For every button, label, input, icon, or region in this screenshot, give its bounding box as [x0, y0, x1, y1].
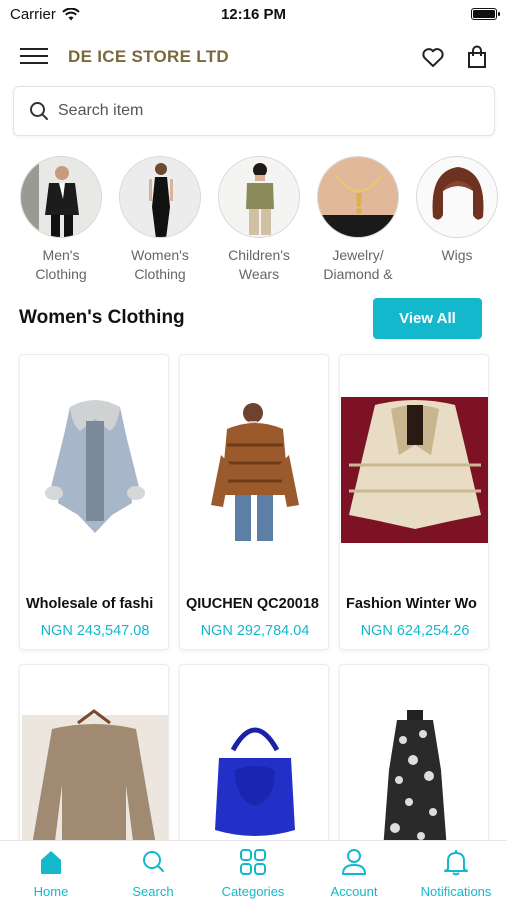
grid-icon	[240, 849, 266, 875]
product-price: NGN 624,254.26	[360, 623, 470, 639]
category-image	[416, 156, 498, 238]
category-wigs[interactable]: Wigs	[415, 156, 499, 284]
category-image	[218, 156, 300, 238]
tab-categories[interactable]: Categories	[203, 847, 303, 899]
tab-label: Account	[330, 884, 378, 899]
product-name: Fashion Winter Wo	[346, 596, 477, 612]
user-icon	[342, 849, 366, 875]
category-label: Wigs	[441, 247, 473, 263]
tab-label: Home	[33, 884, 69, 899]
category-image	[119, 156, 201, 238]
category-carousel[interactable]: Men's Clothing Women's Clothing Children…	[19, 156, 507, 288]
category-womens-clothing[interactable]: Women's Clothing	[118, 156, 202, 284]
bottom-tab-bar: Home Search Categories Account Notificat…	[0, 840, 507, 900]
category-label: Jewelry/ Diamond &	[323, 247, 393, 282]
category-label: Children's Wears	[228, 247, 290, 282]
product-card[interactable]: Fashion Winter Wo NGN 624,254.26	[339, 354, 489, 650]
search-bar[interactable]	[13, 86, 495, 136]
product-price: NGN 292,784.04	[200, 623, 310, 639]
status-bar: Carrier 12:16 PM	[0, 0, 507, 30]
product-card[interactable]: Wholesale of fashi NGN 243,547.08	[19, 354, 169, 650]
section-title: Women's Clothing	[19, 307, 185, 328]
product-name: Wholesale of fashi	[26, 596, 154, 612]
tab-label: Search	[132, 884, 174, 899]
tab-home[interactable]: Home	[1, 847, 101, 899]
status-time: 12:16 PM	[220, 6, 287, 23]
product-card[interactable]	[179, 664, 329, 864]
home-icon	[41, 851, 61, 874]
category-jewelry-diamond[interactable]: Jewelry/ Diamond &	[316, 156, 400, 284]
tab-account[interactable]: Account	[304, 847, 404, 899]
tab-label: Notifications	[420, 884, 492, 899]
category-image	[20, 156, 102, 238]
product-image	[340, 355, 488, 585]
product-name: QIUCHEN QC20018	[186, 596, 319, 612]
category-mens-clothing[interactable]: Men's Clothing	[19, 156, 103, 284]
tab-notifications[interactable]: Notifications	[406, 847, 506, 899]
product-image	[180, 665, 328, 863]
search-icon	[143, 851, 164, 872]
category-label: Women's Clothing	[131, 247, 189, 282]
tab-search[interactable]: Search	[103, 847, 203, 899]
product-card[interactable]	[339, 664, 489, 864]
category-label: Men's Clothing	[35, 247, 87, 282]
search-input[interactable]	[58, 97, 478, 125]
search-icon	[30, 102, 48, 120]
product-card[interactable]	[19, 664, 169, 864]
battery-icon	[471, 8, 500, 20]
heart-icon[interactable]	[420, 44, 446, 70]
product-image	[180, 355, 328, 585]
product-image	[20, 355, 168, 585]
category-image	[317, 156, 399, 238]
app-header: DE ICE STORE LTD	[0, 38, 507, 76]
product-image	[340, 665, 488, 863]
product-image	[20, 665, 168, 863]
view-all-button[interactable]: View All	[373, 298, 482, 339]
tab-label: Categories	[221, 884, 285, 899]
store-name: DE ICE STORE LTD	[68, 47, 229, 66]
category-childrens-wears[interactable]: Children's Wears	[217, 156, 301, 284]
shopping-bag-icon[interactable]	[464, 44, 490, 70]
menu-icon[interactable]	[20, 45, 48, 67]
bell-icon	[444, 850, 468, 876]
product-price: NGN 243,547.08	[40, 623, 150, 639]
product-card[interactable]: QIUCHEN QC20018 NGN 292,784.04	[179, 354, 329, 650]
